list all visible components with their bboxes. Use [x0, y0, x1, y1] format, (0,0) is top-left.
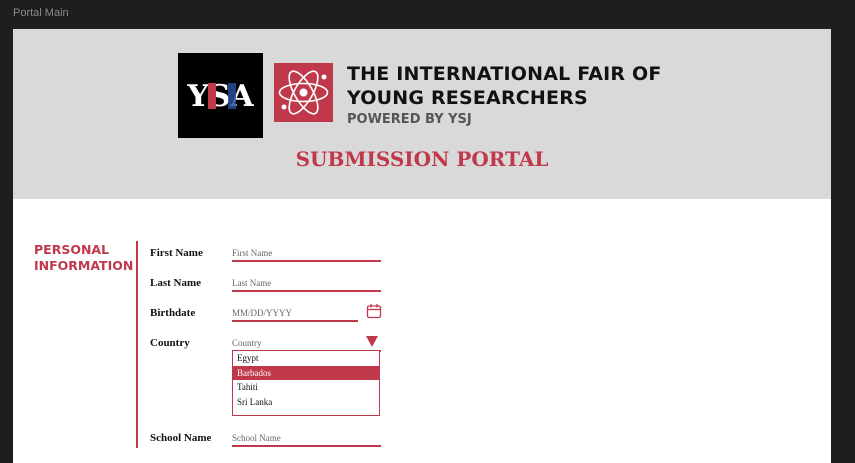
atom-logo — [274, 63, 333, 122]
portal-page: YSA THE INTERNATIONAL FAIR OF YOUNG RESE… — [13, 29, 831, 463]
caret-down-icon[interactable] — [366, 336, 378, 347]
last-name-input[interactable]: Last Name — [232, 276, 381, 292]
header: YSA THE INTERNATIONAL FAIR OF YOUNG RESE… — [13, 29, 831, 199]
first-name-label: First Name — [150, 247, 203, 259]
portal-title: SUBMISSION PORTAL — [295, 147, 549, 171]
calendar-icon[interactable] — [366, 303, 382, 319]
fair-title-line-1: THE INTERNATIONAL FAIR OF — [347, 63, 662, 85]
last-name-label: Last Name — [150, 277, 202, 289]
country-option-egypt[interactable]: Egypt — [233, 351, 379, 366]
birthdate-input[interactable]: MM/DD/YYYY — [232, 306, 358, 322]
school-name-label: School Name — [150, 432, 212, 444]
school-name-input[interactable]: School Name — [232, 431, 381, 447]
powered-by: POWERED BY YSJ — [347, 112, 472, 127]
first-name-input[interactable]: First Name — [232, 246, 381, 262]
country-dropdown-list: Egypt Barbados Tahiti Sri Lanka — [232, 350, 380, 416]
country-label: Country — [150, 337, 190, 349]
country-option-tahiti[interactable]: Tahiti — [233, 380, 379, 395]
country-option-barbados[interactable]: Barbados — [233, 365, 379, 380]
frame-label: Portal Main — [13, 7, 69, 19]
country-option-sri-lanka[interactable]: Sri Lanka — [233, 395, 379, 410]
fair-title-line-2: YOUNG RESEARCHERS — [347, 87, 588, 109]
ysa-logo: YSA — [178, 53, 263, 138]
birthdate-label: Birthdate — [150, 307, 196, 319]
section-divider — [136, 241, 138, 448]
section-title: PERSONAL INFORMATION — [34, 242, 144, 274]
section-title-line-2: INFORMATION — [34, 258, 134, 273]
svg-text:YSA: YSA — [186, 79, 254, 114]
section-title-line-1: PERSONAL — [34, 242, 110, 257]
